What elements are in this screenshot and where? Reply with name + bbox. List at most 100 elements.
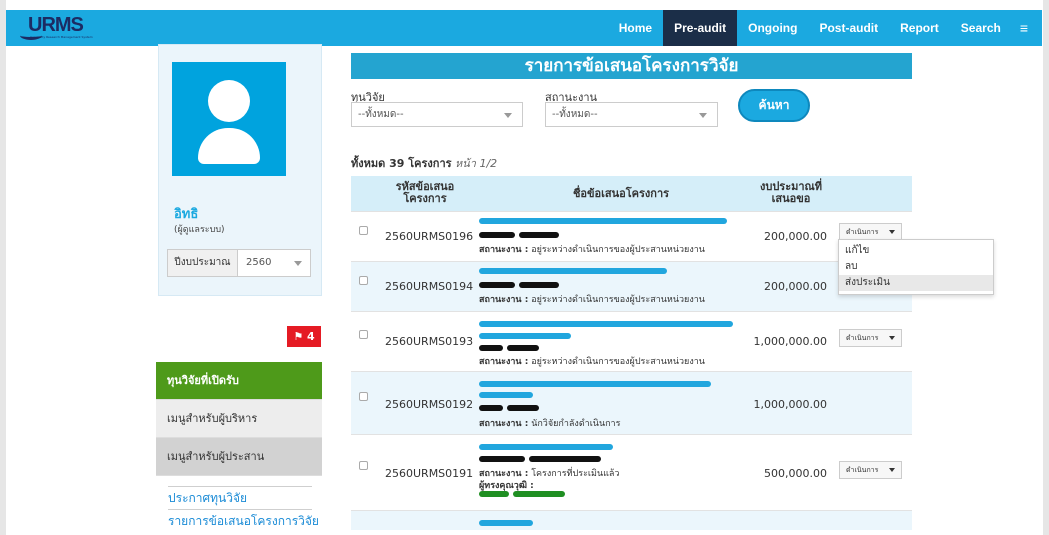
nav-home[interactable]: Home — [608, 10, 663, 46]
row-checkbox[interactable] — [359, 392, 368, 401]
header-name: ชื่อข้อเสนอโครงการ — [572, 187, 670, 200]
redacted-name — [479, 456, 525, 462]
nav-ongoing[interactable]: Ongoing — [737, 10, 808, 46]
status-value: อยู่ระหว่างดำเนินการของผู้ประสานหน่วยงาน — [531, 357, 705, 367]
proposal-amount: 500,000.00 — [764, 467, 827, 480]
avatar-body-shape — [198, 128, 260, 164]
status-label: สถานะงาน : — [479, 419, 529, 429]
redacted-title-line — [479, 333, 571, 339]
notification-count: 4 — [307, 330, 315, 343]
redacted-title-line — [479, 520, 533, 526]
redacted-name — [519, 232, 559, 238]
redacted-title-line — [479, 392, 533, 398]
caret-down-icon — [889, 336, 895, 340]
caret-down-icon — [889, 230, 895, 234]
caret-down-icon — [889, 468, 895, 472]
proposal-code: 2560URMS0191 — [385, 467, 474, 480]
redacted-name — [507, 405, 539, 411]
action-dropdown-button[interactable]: ดำเนินการ — [839, 329, 902, 347]
table-row — [351, 510, 912, 530]
action-dropdown-button[interactable]: ดำเนินการ — [839, 461, 902, 479]
proposal-status: สถานะงาน : อยู่ระหว่างดำเนินการของผู้ประ… — [479, 242, 705, 256]
proposal-amount: 200,000.00 — [764, 280, 827, 293]
sidebar-link-fund-announcement[interactable]: ประกาศทุนวิจัย — [156, 487, 322, 509]
sidebar-item-coordinator-menu[interactable]: เมนูสำหรับผู้ประสาน — [156, 438, 322, 476]
redacted-name — [529, 456, 601, 462]
nav-report[interactable]: Report — [889, 10, 950, 46]
action-dropdown-menu: แก้ไข ลบ ส่งประเมิน — [838, 239, 994, 295]
redacted-name — [519, 282, 559, 288]
row-checkbox[interactable] — [359, 330, 368, 339]
action-label: ดำเนินการ — [846, 466, 879, 474]
profile-card: อิทธิ (ผู้ดูแลระบบ) ปีงบประมาณ 2560 — [158, 44, 322, 296]
agency-filter-value: --ทั้งหมด-- — [552, 109, 598, 120]
nav-pre-audit[interactable]: Pre-audit — [663, 10, 738, 46]
redacted-title-line — [479, 381, 711, 387]
menu-item-delete[interactable]: ลบ — [839, 259, 993, 275]
notification-badge[interactable]: ⚑ 4 — [287, 326, 321, 347]
fiscal-year-select[interactable]: ปีงบประมาณ 2560 — [167, 249, 311, 277]
redacted-name — [507, 345, 539, 351]
search-button[interactable]: ค้นหา — [738, 89, 810, 122]
table-row: 2560URMS0191 สถานะงาน : โครงการที่ประเมิ… — [351, 434, 912, 510]
nav-post-audit[interactable]: Post-audit — [808, 10, 889, 46]
sidebar-submenu: ประกาศทุนวิจัย รายการข้อเสนอโครงการวิจัย — [156, 476, 322, 532]
proposal-status: สถานะงาน : อยู่ระหว่างดำเนินการของผู้ประ… — [479, 292, 705, 306]
hamburger-icon[interactable]: ≡ — [1012, 10, 1042, 46]
nav-search[interactable]: Search — [950, 10, 1012, 46]
table-row: 2560URMS0194 สถานะงาน : อยู่ระหว่างดำเนิ… — [351, 261, 912, 311]
expert-label: ผู้ทรงคุณวุฒิ : — [479, 481, 534, 491]
status-label: สถานะงาน : — [479, 295, 529, 305]
row-checkbox[interactable] — [359, 276, 368, 285]
fund-filter-select[interactable]: --ทั้งหมด-- — [351, 102, 523, 127]
proposal-amount: 1,000,000.00 — [753, 335, 827, 348]
urms-logo[interactable]: URMS University Research Management Syst… — [20, 14, 100, 42]
header-budget-line2: เสนอขอ — [771, 192, 811, 205]
proposal-status: สถานะงาน : นักวิจัยกำลังดำเนินการ — [479, 416, 620, 430]
status-value: อยู่ระหว่างดำเนินการของผู้ประสานหน่วยงาน — [531, 245, 705, 255]
redacted-title-line — [479, 218, 727, 224]
page: URMS University Research Management Syst… — [0, 0, 1049, 535]
result-count-text: ทั้งหมด 39 โครงการ — [351, 157, 452, 170]
chevron-down-icon — [699, 113, 707, 118]
flag-icon: ⚑ — [293, 330, 304, 343]
profile-name: อิทธิ — [174, 207, 199, 222]
action-label: ดำเนินการ — [846, 334, 879, 342]
table-header: รหัสข้อเสนอ โครงการ ชื่อข้อเสนอโครงการ ง… — [351, 176, 912, 211]
redacted-title-line — [479, 444, 613, 450]
sidebar-item-executive-menu[interactable]: เมนูสำหรับผู้บริหาร — [156, 400, 322, 438]
row-checkbox[interactable] — [359, 226, 368, 235]
redacted-expert-name — [479, 491, 509, 497]
sidebar-menu: ทุนวิจัยที่เปิดรับ เมนูสำหรับผู้บริหาร เ… — [156, 362, 322, 532]
chevron-down-icon — [504, 113, 512, 118]
proposal-amount: 1,000,000.00 — [753, 398, 827, 411]
proposal-amount: 200,000.00 — [764, 230, 827, 243]
proposal-status: สถานะงาน : อยู่ระหว่างดำเนินการของผู้ประ… — [479, 354, 705, 368]
status-label: สถานะงาน : — [479, 357, 529, 367]
agency-filter-select[interactable]: --ทั้งหมด-- — [545, 102, 718, 127]
table-row: 2560URMS0192 สถานะงาน : นักวิจัยกำลังดำเ… — [351, 371, 912, 434]
redacted-name — [479, 405, 503, 411]
proposal-table: รหัสข้อเสนอ โครงการ ชื่อข้อเสนอโครงการ ง… — [351, 176, 912, 530]
header-code-line2: โครงการ — [403, 192, 447, 205]
avatar-head-shape — [208, 80, 250, 122]
redacted-expert-name — [513, 491, 565, 497]
fiscal-year-label: ปีงบประมาณ — [168, 250, 238, 276]
main-nav: Home Pre-audit Ongoing Post-audit Report… — [608, 10, 1042, 46]
result-count: ทั้งหมด 39 โครงการ หน้า 1/2 — [351, 154, 497, 172]
sidebar-link-proposal-list[interactable]: รายการข้อเสนอโครงการวิจัย — [156, 510, 322, 532]
page-info: หน้า 1/2 — [455, 157, 498, 170]
page-title: รายการข้อเสนอโครงการวิจัย — [351, 53, 912, 79]
top-navbar: URMS University Research Management Syst… — [6, 10, 1042, 46]
fund-filter-value: --ทั้งหมด-- — [358, 109, 404, 120]
proposal-code: 2560URMS0193 — [385, 335, 474, 348]
sidebar-item-open-funds[interactable]: ทุนวิจัยที่เปิดรับ — [156, 362, 322, 400]
redacted-name — [479, 282, 515, 288]
proposal-code: 2560URMS0192 — [385, 398, 474, 411]
status-value: โครงการที่ประเมินแล้ว — [531, 469, 620, 479]
redacted-name — [479, 345, 503, 351]
user-avatar-icon[interactable] — [172, 62, 286, 176]
row-checkbox[interactable] — [359, 461, 368, 470]
menu-item-edit[interactable]: แก้ไข — [839, 243, 993, 259]
menu-item-send-evaluation[interactable]: ส่งประเมิน — [839, 275, 993, 291]
